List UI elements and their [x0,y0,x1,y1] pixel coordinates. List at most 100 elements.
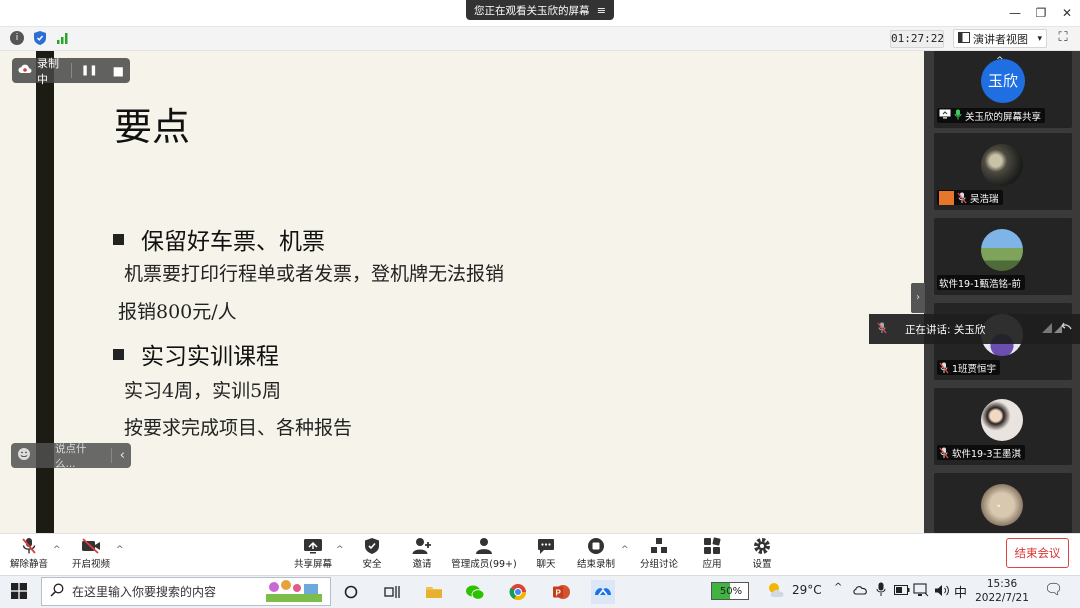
screen-share-icon [939,109,951,122]
avatar [981,399,1023,441]
security-button[interactable]: 安全 [356,536,388,572]
participant-tile[interactable]: 玉欣 ^ 关玉欣的屏幕共享 [934,51,1072,128]
battery-indicator[interactable]: 50% [711,582,749,600]
sidebar-toggle-icon[interactable]: › [911,283,925,313]
ime-indicator[interactable]: 中 [954,582,967,601]
gear-icon [752,536,772,556]
powerpoint-icon[interactable]: P [549,580,573,604]
apps-button[interactable]: 应用 [696,536,728,572]
chat-input[interactable]: 说点什么... [55,441,103,471]
chat-label: 聊天 [536,559,556,570]
mic-icon [954,109,962,123]
start-video-button[interactable]: 开启视频 [69,536,113,572]
stop-icon[interactable]: ■ [113,64,124,78]
manage-members-label: 管理成员(99+) [451,559,517,570]
collapse-icon[interactable] [1040,321,1072,338]
mic-off-icon [19,536,39,556]
fullscreen-icon[interactable]: ⛶ [1055,30,1071,46]
participant-tile[interactable]: ˅ [934,473,1072,533]
chevron-up-icon[interactable]: ^ [116,545,124,555]
temperature[interactable]: 29°C [792,583,822,597]
apps-label: 应用 [702,559,722,570]
notification-icon[interactable]: 🗨 [1044,580,1063,598]
mic-off-icon [939,362,949,374]
share-banner[interactable]: 您正在观看关玉欣的屏幕 ≡ [466,0,614,20]
security-label: 安全 [362,559,382,570]
end-recording-button[interactable]: 结束录制 [574,536,618,572]
point-heading: 实习实训课程 [141,344,279,370]
volume-icon[interactable] [934,584,950,600]
collapse-icon[interactable]: ‹ [120,448,125,463]
tencent-meeting-icon[interactable] [591,580,615,604]
chevron-up-icon[interactable]: ^ [834,582,842,593]
system-clock[interactable]: 15:36 2022/7/21 [970,577,1034,606]
breakout-button[interactable]: 分组讨论 [637,536,681,572]
settings-label: 设置 [752,559,772,570]
search-input[interactable]: 在这里输入你要搜索的内容 [72,583,216,600]
chevron-up-icon[interactable]: ^ [621,545,629,555]
minimize-icon[interactable]: — [1006,4,1024,22]
participant-tile[interactable]: 吴浩瑞 [934,133,1072,210]
participant-name-tag: 1班贾恒宇 [937,360,1001,375]
speaking-label: 正在讲话: 关玉欣 [905,323,986,336]
divider [71,63,72,78]
unmute-button[interactable]: 解除静音 [8,536,50,572]
participant-name-tag: 关玉欣的屏幕共享 [937,108,1046,123]
chat-button[interactable]: 聊天 [530,536,562,572]
microphone-icon[interactable] [876,582,886,600]
clock-time: 15:36 [986,578,1018,590]
chevron-up-icon[interactable]: ^ [53,545,61,555]
restore-icon[interactable]: ❐ [1032,4,1050,22]
point-detail: 按要求完成项目、各种报告 [124,417,353,439]
avatar [981,484,1023,526]
quick-chat[interactable]: 说点什么... ‹ [11,441,131,471]
participant-name-tag: 吴浩瑞 [937,190,1003,205]
slide-title: 要点 [114,105,191,149]
taskbar-search[interactable]: 在这里输入你要搜索的内容 [41,577,331,606]
file-explorer-icon[interactable] [422,580,446,604]
network-icon[interactable] [913,583,929,600]
participant-name: 关玉欣的屏幕共享 [965,111,1042,123]
timeline-icon[interactable] [380,580,404,604]
chevron-down-icon[interactable]: ˅ [996,503,1002,516]
share-screen-button[interactable]: 共享屏幕 [292,536,334,572]
chrome-icon[interactable] [506,580,530,604]
unmute-label: 解除静音 [9,559,48,570]
weather-icon [766,581,788,602]
layout-icon [958,31,970,46]
participant-name: 吴浩瑞 [970,193,999,205]
recording-control[interactable]: 录制中 ❚❚ ■ [12,57,130,86]
svg-text:P: P [556,589,562,598]
signal-icon[interactable] [56,32,70,44]
end-meeting-button[interactable]: 结束会议 [1006,538,1069,568]
participant-tile[interactable]: 软件19-1甄浩铭-前 [934,218,1072,295]
view-label: 演讲者视图 [973,32,1028,46]
invite-label: 邀请 [412,559,432,570]
meeting-timer: 01:27:22 [890,30,944,48]
start-video-label: 开启视频 [71,559,110,570]
participant-tile[interactable]: 软件19-3王墨淇 [934,388,1072,465]
participant-name-tag: 软件19-3王墨淇 [937,445,1026,460]
chevron-up-icon[interactable]: ^ [996,56,1004,66]
menu-icon[interactable]: ≡ [597,4,606,17]
smiley-icon[interactable] [17,447,31,464]
breakout-label: 分组讨论 [639,559,678,570]
divider [110,448,112,463]
pause-icon[interactable]: ❚❚ [81,65,98,76]
speaker-view-button[interactable]: 演讲者视图 ▾ [953,29,1047,48]
chevron-up-icon[interactable]: ^ [336,545,344,555]
wechat-icon[interactable] [463,580,487,604]
members-icon [474,536,494,556]
invite-button[interactable]: 邀请 [406,536,438,572]
close-icon[interactable]: ✕ [1058,4,1076,22]
info-icon[interactable]: i [10,31,24,45]
battery-tray-icon[interactable] [894,585,910,598]
windows-start-icon[interactable] [11,583,27,599]
settings-button[interactable]: 设置 [746,536,778,572]
cloud-icon[interactable] [852,584,868,598]
battery-percent: 50% [719,585,743,597]
task-view-icon[interactable] [339,580,363,604]
shield-icon[interactable] [33,30,47,46]
mic-off-icon [957,192,967,204]
manage-members-button[interactable]: 管理成员(99+) [451,536,517,572]
